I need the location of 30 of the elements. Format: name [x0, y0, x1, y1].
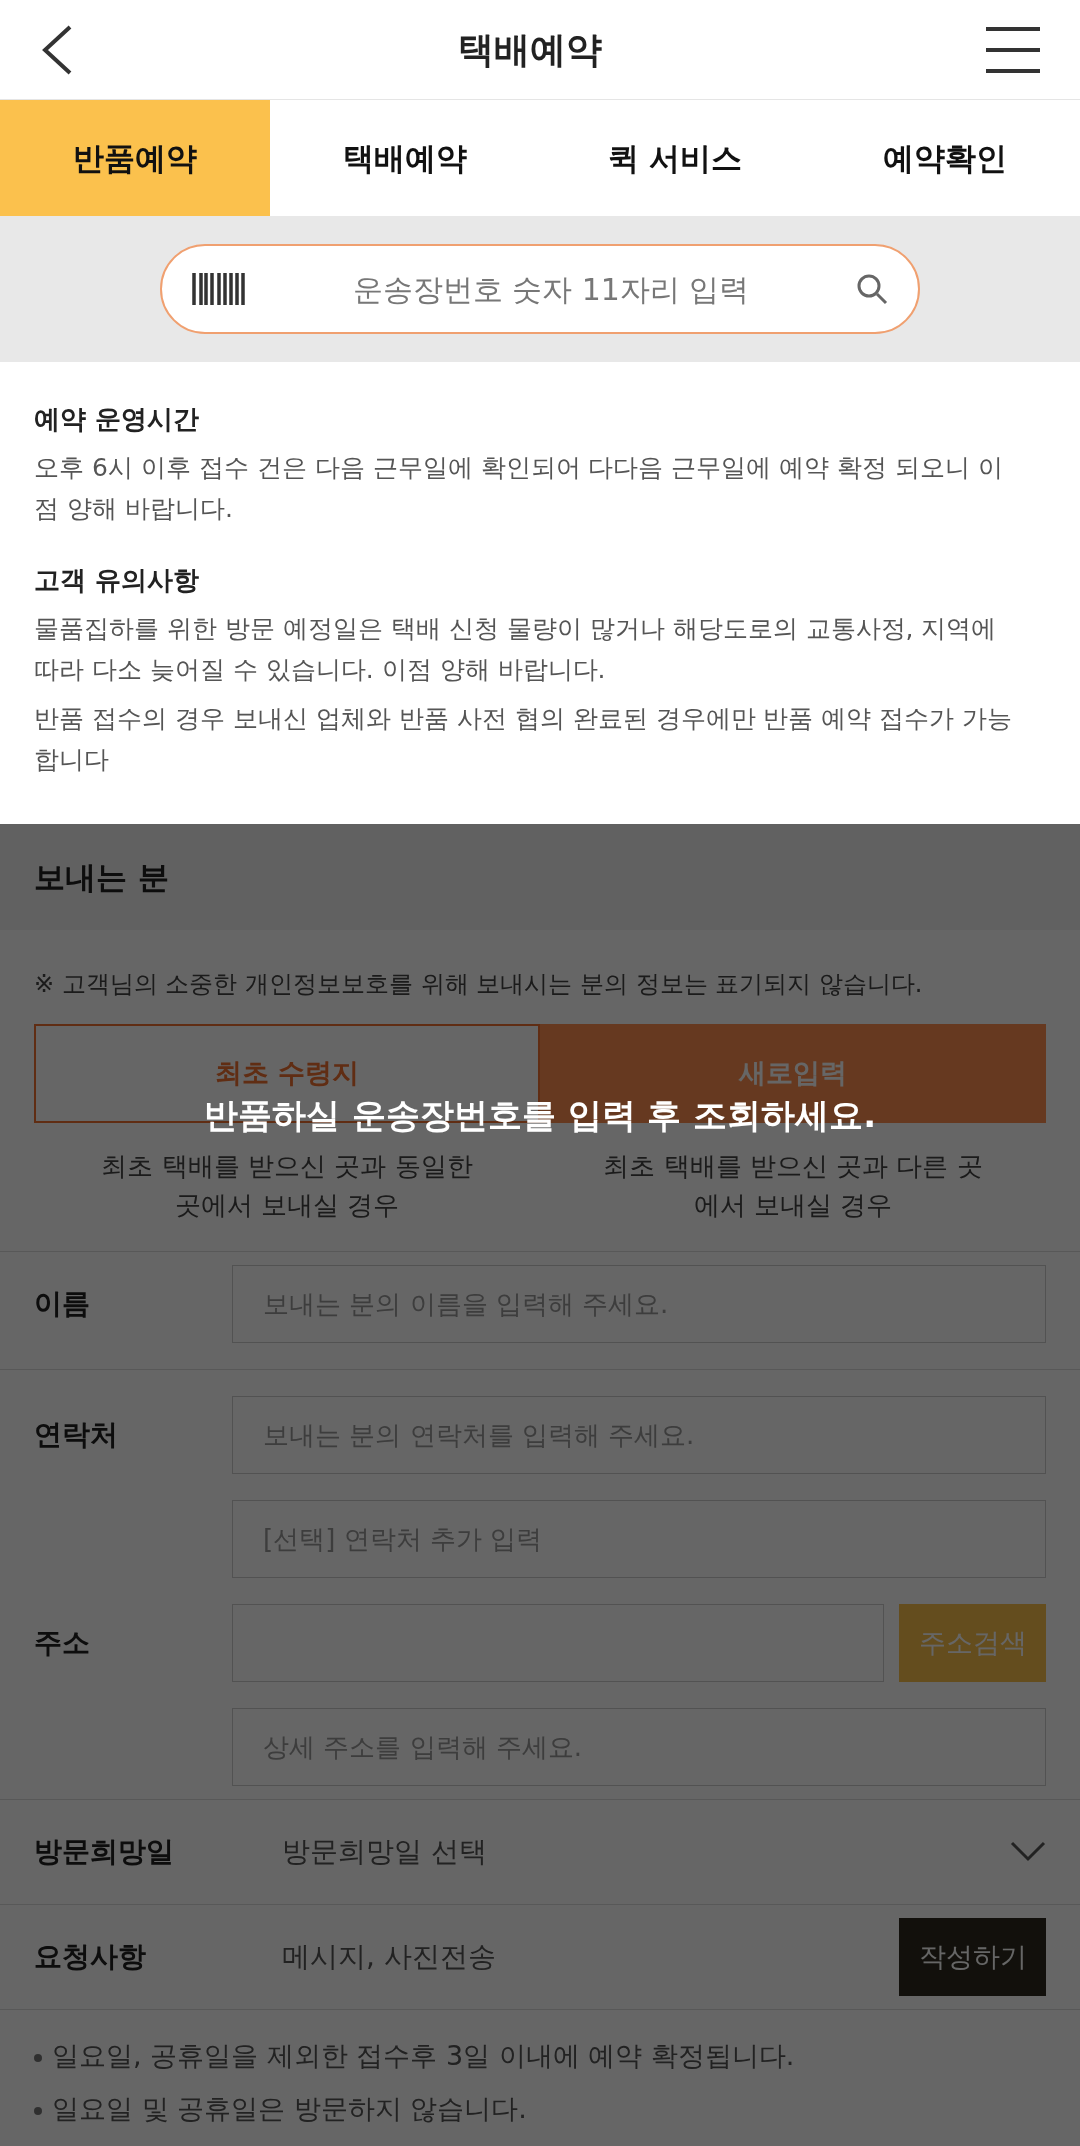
- date-dropdown[interactable]: 방문희망일 선택: [232, 1831, 1046, 1873]
- back-icon[interactable]: [40, 23, 74, 76]
- section-heading: 예약 운영시간: [34, 403, 201, 436]
- request-text: 메시지, 사진전송: [281, 1939, 497, 1975]
- search-icon[interactable]: [856, 273, 888, 305]
- tab[interactable]: 반품예약: [0, 100, 270, 216]
- section-title: 보내는 분: [34, 857, 169, 897]
- section-heading: 고객 유의사항: [34, 564, 201, 597]
- field-label: 주소: [34, 1625, 91, 1661]
- field-label: 방문희망일: [34, 1834, 175, 1870]
- note-text: 일요일 및 공휴일은 방문하지 않습니다.: [52, 2091, 527, 2126]
- menu-icon[interactable]: [986, 25, 1040, 74]
- bullet-icon: [34, 2054, 42, 2062]
- chevron-down-icon[interactable]: [1010, 1841, 1046, 1863]
- field-label: 연락처: [34, 1418, 118, 1451]
- search-field[interactable]: 운송장번호 숫자 11자리 입력: [266, 266, 836, 312]
- search-bar[interactable]: 운송장번호 숫자 11자리 입력: [160, 244, 920, 334]
- info-text: 물품집하를 위한 방문 예정일은 택배 신청 물량이 많거나 해당도로의 교통사정, 지역에 따라 다소 늦어질 수 있습니다. 이점 양해 바랍니다.: [34, 613, 998, 686]
- page-title: 택배예약: [458, 27, 602, 72]
- field-label: 요청사항: [34, 1939, 147, 1975]
- info-text: 반품 접수의 경우 보내신 업체와 반품 사전 협의 완료된 경우에만 반품 예약 접수가 가능합니다: [34, 703, 1014, 776]
- barcode-icon[interactable]: [192, 273, 246, 305]
- bullet-icon: [34, 2106, 42, 2115]
- privacy-notice: ※ 고객님의 소중한 개인정보보호를 위해 보내시는 분의 정보는 표기되지 않습니다.: [34, 969, 924, 1000]
- option-caption: 최초 택배를 받으신 곳과 동일한 곳에서 보내실 경우: [100, 1150, 474, 1222]
- note-text: 일요일, 공휴일을 제외한 접수후 3일 이내에 예약 확정됩니다.: [52, 2039, 795, 2073]
- field-label: 이름: [34, 1286, 91, 1322]
- write-button[interactable]: 작성하기: [899, 1918, 1046, 1996]
- option-caption: 최초 택배를 받으신 곳과 다른 곳에서 보내실 경우: [603, 1150, 983, 1222]
- info-text: 오후 6시 이후 접수 건은 다음 근무일에 확인되어 다다음 근무일에 예약 확정 되오니 이점 양해 바랍니다.: [34, 452, 1005, 525]
